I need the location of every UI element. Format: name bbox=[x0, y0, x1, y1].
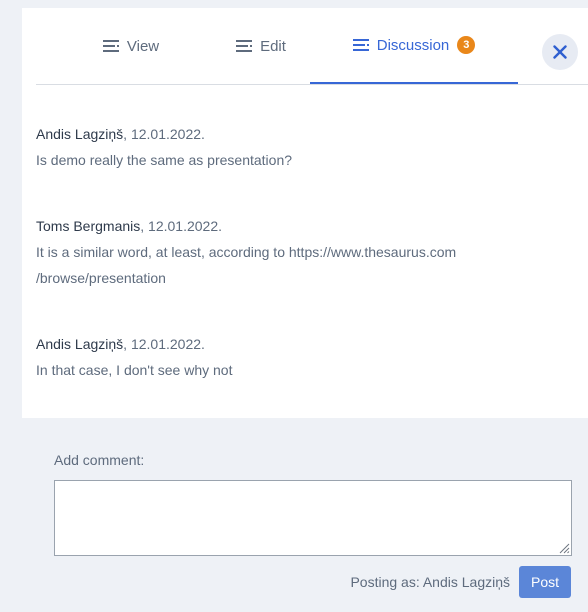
tab-discussion-label: Discussion bbox=[376, 36, 450, 54]
comment-author: Andis Lagziņš bbox=[36, 336, 124, 352]
list-lines-icon bbox=[102, 39, 123, 52]
close-icon bbox=[553, 45, 567, 59]
comment-author: Toms Bergmanis bbox=[36, 218, 141, 234]
comment-text: It is a similar word, at least, accordin… bbox=[36, 239, 576, 291]
posting-as-text: Posting as: Andis Lagziņš bbox=[350, 574, 510, 590]
comment-meta: Andis Lagziņš, 12.01.2022. bbox=[36, 334, 576, 354]
tab-bar: View Edit Discussion 3 bbox=[36, 8, 588, 85]
close-button[interactable] bbox=[542, 34, 578, 70]
list-lines-icon bbox=[236, 39, 256, 52]
tab-discussion[interactable]: Discussion 3 bbox=[310, 8, 518, 84]
resize-grip-icon[interactable] bbox=[558, 542, 570, 554]
comment-date: , 12.01.2022. bbox=[123, 336, 205, 352]
comment-input[interactable] bbox=[54, 480, 572, 556]
comment-author: Andis Lagziņš bbox=[36, 126, 124, 142]
add-comment-label: Add comment: bbox=[54, 452, 145, 468]
discussion-panel: View Edit Discussion 3 Andis Lagziņš, 12… bbox=[22, 8, 588, 418]
top-strip bbox=[0, 0, 588, 8]
comment-meta: Andis Lagziņš, 12.01.2022. bbox=[36, 124, 576, 144]
comment-meta: Toms Bergmanis, 12.01.2022. bbox=[36, 216, 576, 236]
comment-text: In that case, I don't see why not bbox=[36, 362, 233, 378]
tab-edit[interactable]: Edit bbox=[206, 8, 316, 84]
tab-edit-label: Edit bbox=[260, 37, 286, 55]
comment-date: , 12.01.2022. bbox=[123, 126, 205, 142]
comment-text-line: It is a similar word, at least, accordin… bbox=[36, 244, 457, 260]
list-lines-icon bbox=[352, 38, 373, 51]
comment-count-badge: 3 bbox=[457, 36, 476, 54]
comment-text-line: /browse/presentation bbox=[36, 270, 166, 286]
comment-item: Andis Lagziņš, 12.01.2022. Is demo reall… bbox=[36, 124, 576, 173]
post-button[interactable]: Post bbox=[519, 566, 571, 598]
comment-item: Andis Lagziņš, 12.01.2022. In that case,… bbox=[36, 334, 576, 383]
comment-date: , 12.01.2022. bbox=[140, 218, 223, 234]
tab-view[interactable]: View bbox=[76, 8, 186, 84]
tab-view-label: View bbox=[126, 37, 160, 55]
comment-text: Is demo really the same as presentation? bbox=[36, 152, 293, 168]
comment-item: Toms Bergmanis, 12.01.2022. It is a simi… bbox=[36, 216, 576, 291]
